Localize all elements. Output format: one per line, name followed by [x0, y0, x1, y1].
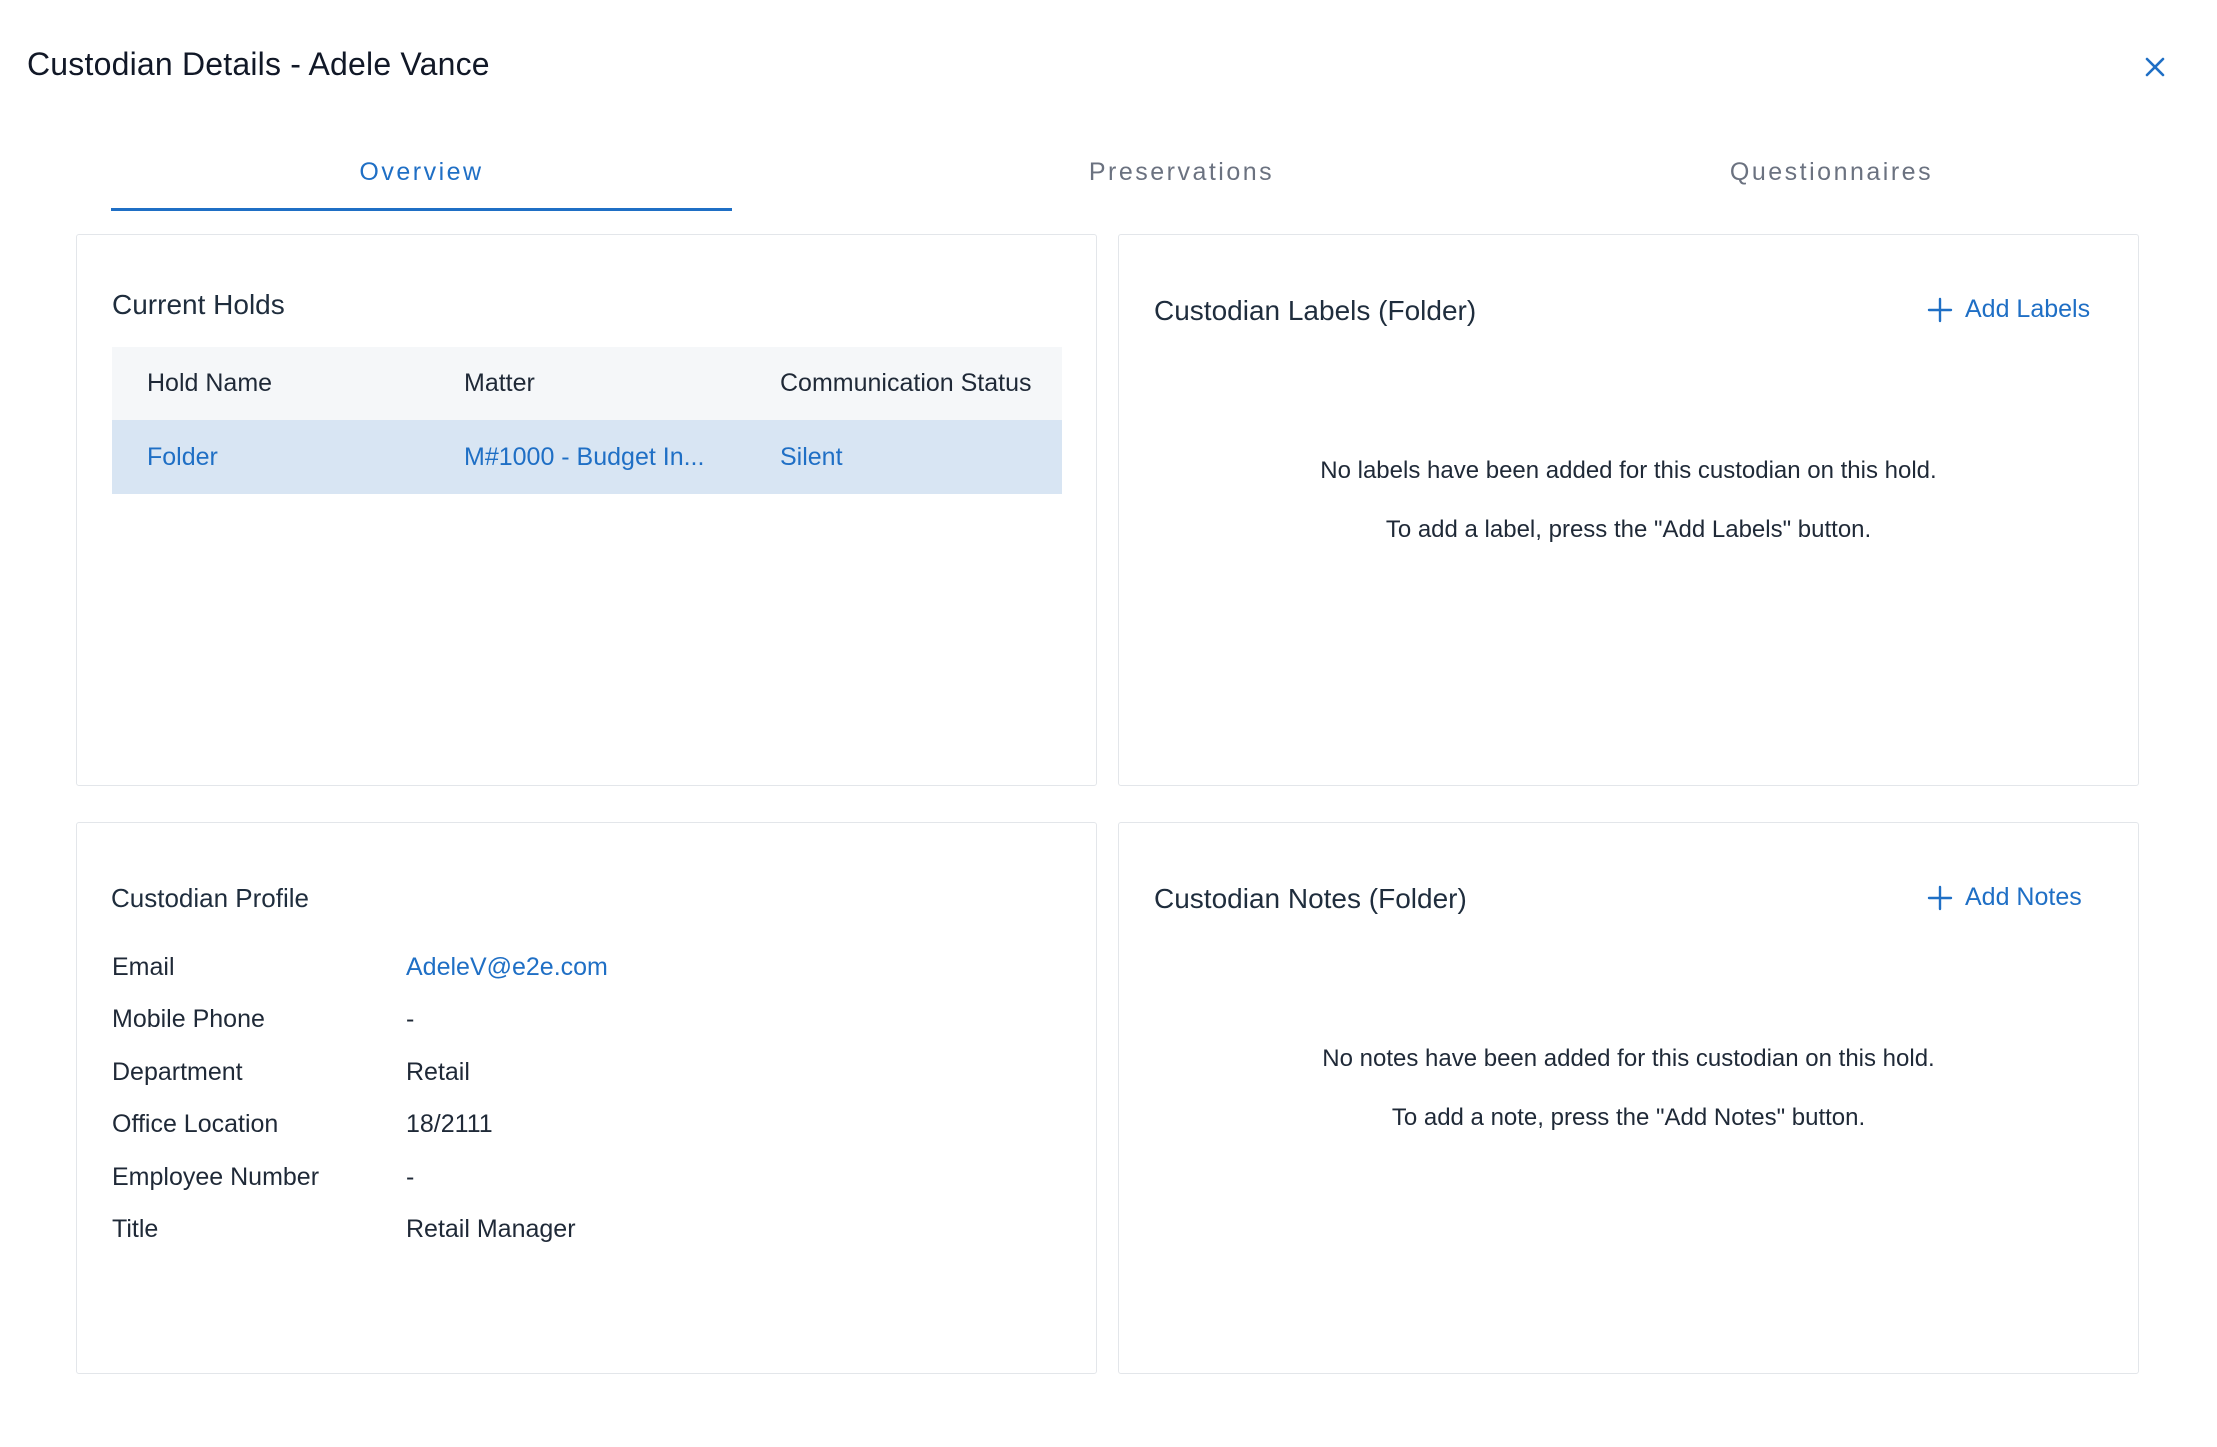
profile-label: Email [112, 952, 175, 981]
email-link[interactable]: AdeleV@e2e.com [406, 953, 608, 982]
close-icon [2145, 57, 2165, 77]
custodian-notes-title: Custodian Notes (Folder) [1154, 883, 1467, 914]
column-header-hold-name: Hold Name [147, 369, 273, 397]
tab-questionnaires[interactable]: Questionnaires [1521, 140, 2142, 214]
column-header-communication-status: Communication Status [780, 369, 1032, 397]
table-row[interactable]: Folder M#1000 - Budget In... Silent [112, 420, 1062, 494]
table-header-row: Hold Name Matter Communication Status [112, 347, 1062, 420]
labels-empty-message: No labels have been added for this custo… [1320, 457, 1937, 484]
holds-table: Hold Name Matter Communication Status Fo… [112, 347, 1062, 494]
profile-row-email: Email AdeleV@e2e.com [112, 947, 1012, 987]
profile-row-mobile-phone: Mobile Phone - [112, 999, 1012, 1039]
tab-bar: Overview Preservations Questionnaires [111, 140, 2141, 214]
profile-label: Office Location [112, 1109, 279, 1138]
close-button[interactable] [2138, 50, 2172, 84]
custodian-notes-card: Custodian Notes (Folder) Add Notes No no… [1118, 822, 2139, 1374]
profile-row-employee-number: Employee Number - [112, 1157, 1012, 1197]
tab-preservations[interactable]: Preservations [871, 140, 1492, 214]
custodian-profile-title: Custodian Profile [111, 883, 309, 913]
profile-value: Retail Manager [406, 1214, 576, 1243]
notes-empty-hint: To add a note, press the "Add Notes" but… [1391, 1104, 1866, 1131]
add-labels-button[interactable]: Add Labels [1927, 295, 2090, 324]
plus-icon [1927, 297, 1953, 322]
communication-status[interactable]: Silent [780, 443, 843, 472]
custodian-labels-card: Custodian Labels (Folder) Add Labels No … [1118, 234, 2139, 786]
current-holds-card: Current Holds Hold Name Matter Communica… [76, 234, 1097, 786]
profile-row-department: Department Retail [112, 1052, 1012, 1092]
profile-value: - [406, 1004, 415, 1033]
custodian-labels-title: Custodian Labels (Folder) [1154, 295, 1477, 326]
profile-row-office-location: Office Location 18/2111 [112, 1104, 1012, 1144]
custodian-profile-card: Custodian Profile Email AdeleV@e2e.com M… [76, 822, 1097, 1374]
plus-icon [1927, 885, 1953, 910]
active-tab-indicator [111, 208, 732, 211]
notes-empty-message: No notes have been added for this custod… [1322, 1045, 1935, 1072]
column-header-matter: Matter [464, 369, 535, 397]
profile-row-title: Title Retail Manager [112, 1209, 1012, 1249]
matter-link[interactable]: M#1000 - Budget In... [464, 443, 704, 472]
add-notes-label: Add Notes [1965, 883, 2082, 911]
profile-value: 18/2111 [406, 1109, 493, 1138]
labels-empty-hint: To add a label, press the "Add Labels" b… [1385, 516, 1872, 543]
add-labels-label: Add Labels [1965, 295, 2091, 323]
hold-name-link[interactable]: Folder [147, 443, 218, 472]
add-notes-button[interactable]: Add Notes [1927, 883, 2082, 912]
profile-label: Title [112, 1214, 159, 1243]
tab-overview[interactable]: Overview [111, 140, 732, 214]
profile-value: Retail [406, 1057, 470, 1086]
profile-label: Mobile Phone [112, 1004, 265, 1033]
profile-label: Department [112, 1057, 243, 1086]
current-holds-title: Current Holds [112, 289, 285, 320]
dialog-title: Custodian Details - Adele Vance [27, 46, 490, 82]
profile-value: - [406, 1162, 415, 1191]
profile-label: Employee Number [112, 1162, 320, 1191]
